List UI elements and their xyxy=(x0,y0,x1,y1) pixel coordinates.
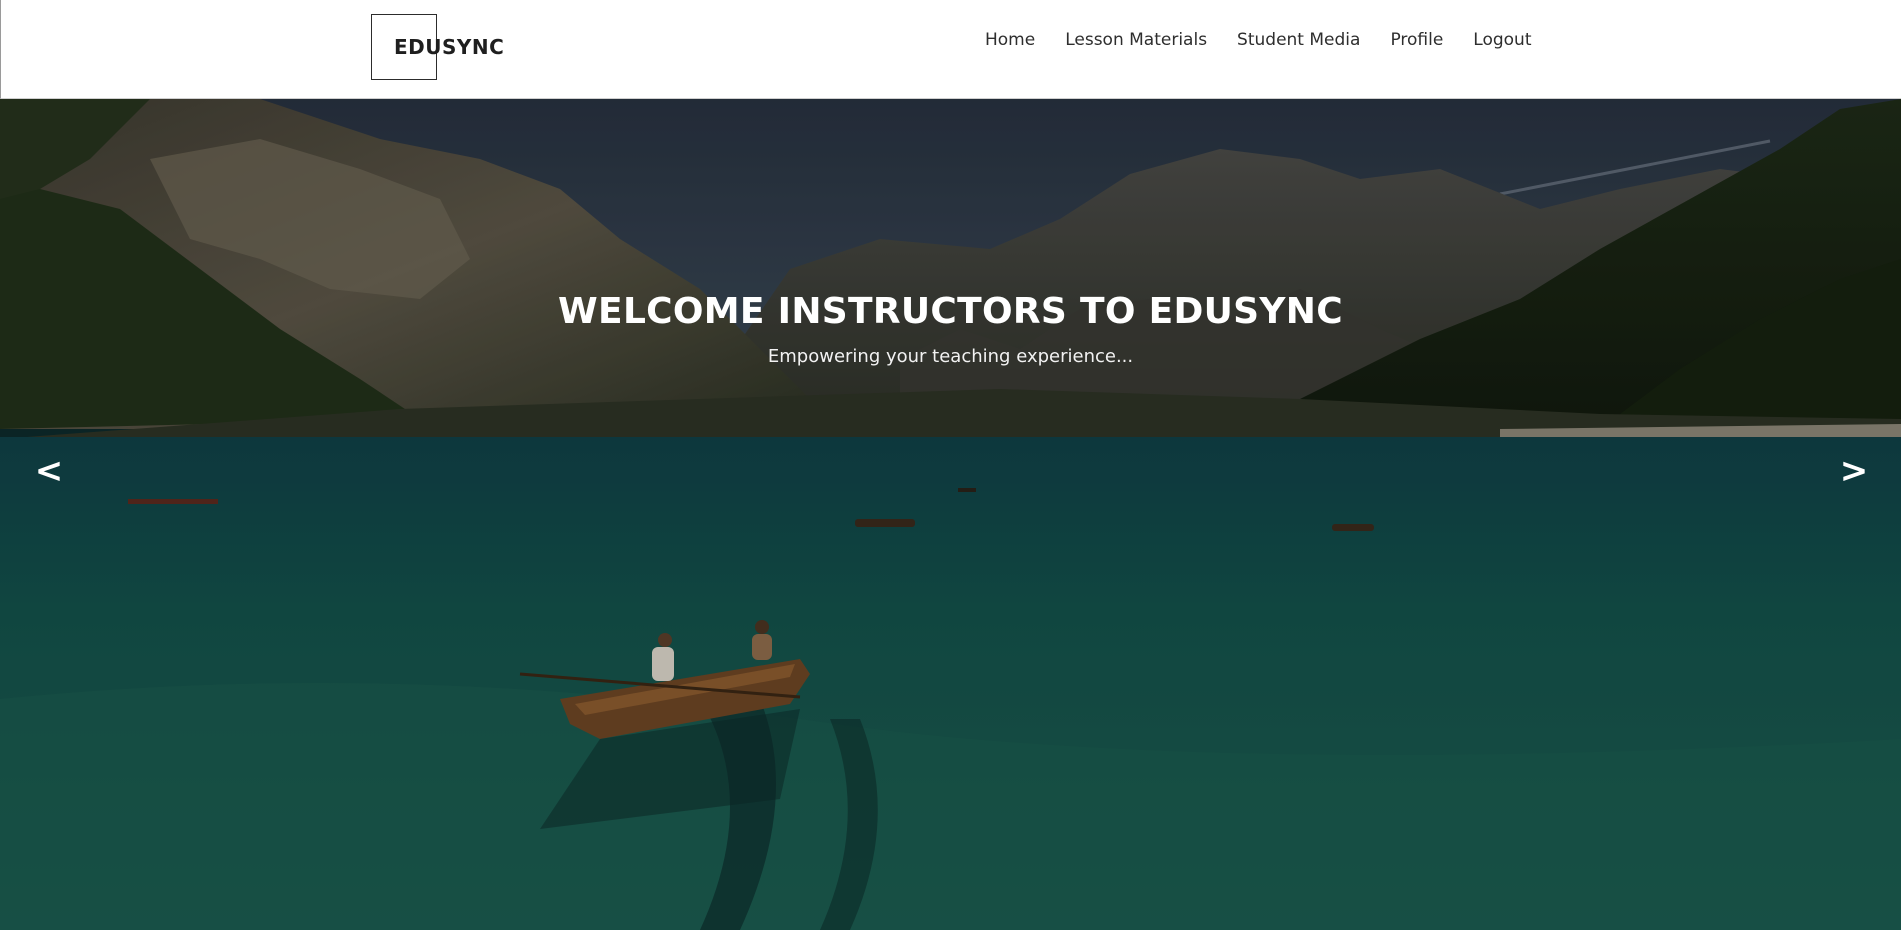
nav-lesson-materials[interactable]: Lesson Materials xyxy=(1065,28,1207,52)
nav-student-media[interactable]: Student Media xyxy=(1237,28,1360,52)
hero-title: WELCOME INSTRUCTORS TO EDUSYNC xyxy=(558,291,1343,332)
hero-subtitle: Empowering your teaching experience... xyxy=(767,346,1134,367)
page: EDUSYNC Home Lesson Materials Student Me… xyxy=(0,0,1901,930)
logo-text[interactable]: EDUSYNC xyxy=(394,35,504,59)
carousel-next-button[interactable]: > xyxy=(1834,447,1874,495)
nav-profile[interactable]: Profile xyxy=(1390,28,1443,52)
main-nav: Home Lesson Materials Student Media Prof… xyxy=(985,28,1532,52)
site-header: EDUSYNC Home Lesson Materials Student Me… xyxy=(0,0,1901,99)
carousel-prev-button[interactable]: < xyxy=(29,447,69,495)
hero-overlay xyxy=(0,99,1901,930)
nav-logout[interactable]: Logout xyxy=(1473,28,1531,52)
nav-home[interactable]: Home xyxy=(985,28,1035,52)
hero-carousel: WELCOME INSTRUCTORS TO EDUSYNC Empowerin… xyxy=(0,99,1901,930)
